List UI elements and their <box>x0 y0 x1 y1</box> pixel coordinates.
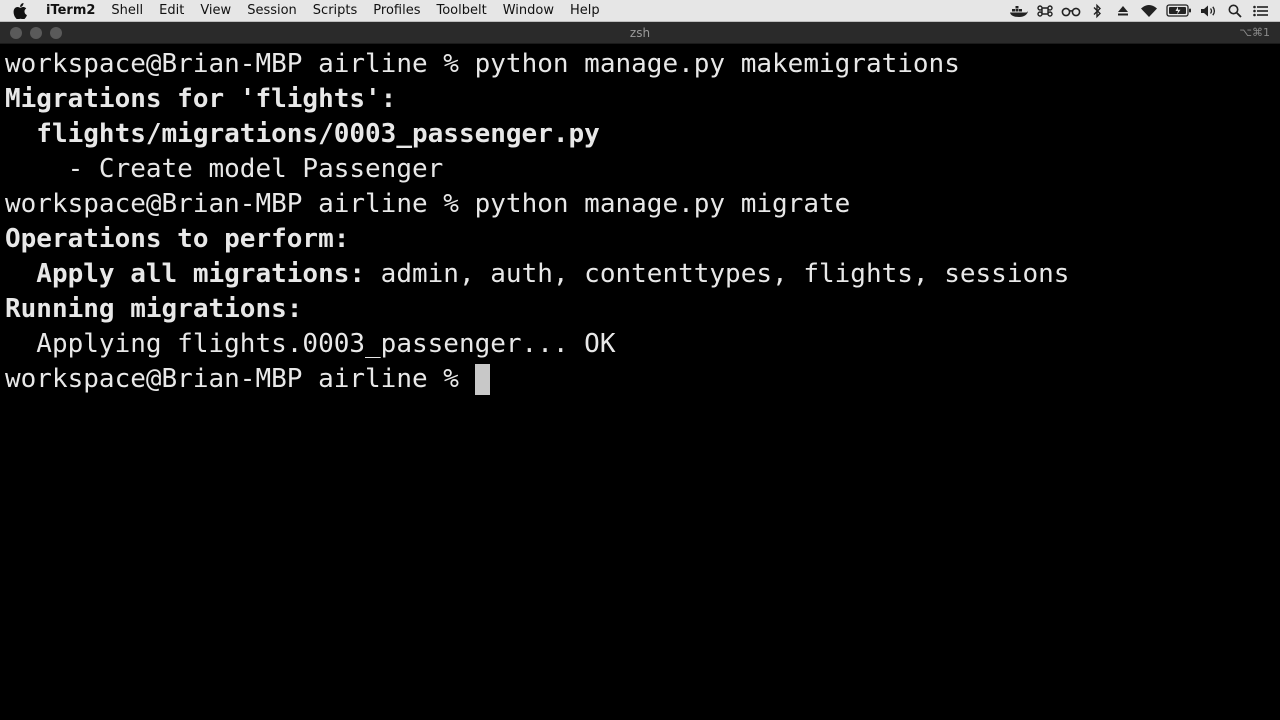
menu-profiles[interactable]: Profiles <box>365 0 428 22</box>
output-file: flights/migrations/0003_passenger.py <box>5 119 600 149</box>
menu-app-iterm2[interactable]: iTerm2 <box>40 0 103 22</box>
window-shortcut: ⌥⌘1 <box>1239 26 1270 39</box>
menu-help[interactable]: Help <box>562 0 608 22</box>
terminal-line: Apply all migrations: admin, auth, conte… <box>5 257 1280 292</box>
command: python manage.py migrate <box>474 189 851 219</box>
menu-edit[interactable]: Edit <box>151 0 192 22</box>
menu-view[interactable]: View <box>192 0 239 22</box>
terminal-line: Applying flights.0003_passenger... OK <box>5 327 1280 362</box>
menu-window[interactable]: Window <box>495 0 562 22</box>
menu-list-icon[interactable] <box>1248 0 1274 22</box>
menu-shell[interactable]: Shell <box>103 0 151 22</box>
prompt: workspace@Brian-MBP airline % <box>5 364 475 394</box>
terminal-pane[interactable]: workspace@Brian-MBP airline % python man… <box>0 44 1280 720</box>
terminal-line: Migrations for 'flights': <box>5 82 1280 117</box>
text-cursor <box>474 364 490 395</box>
output-text: Applying flights.0003_passenger... OK <box>5 329 616 359</box>
prompt: workspace@Brian-MBP airline % <box>5 189 475 219</box>
output-heading: Running migrations: <box>5 294 303 324</box>
output-heading: Operations to perform: <box>5 224 350 254</box>
window-title-bar[interactable]: zsh ⌥⌘1 <box>0 22 1280 44</box>
command: python manage.py makemigrations <box>474 49 960 79</box>
glasses-icon[interactable] <box>1058 0 1084 22</box>
output-heading: Apply all migrations: <box>5 259 366 289</box>
menu-session[interactable]: Session <box>239 0 305 22</box>
menu-bar: iTerm2 Shell Edit View Session Scripts P… <box>0 0 1280 22</box>
output-text: admin, auth, contenttypes, flights, sess… <box>365 259 1070 289</box>
command-icon[interactable] <box>1032 0 1058 22</box>
bluetooth-icon[interactable] <box>1084 0 1110 22</box>
prompt: workspace@Brian-MBP airline % <box>5 49 475 79</box>
terminal-line: - Create model Passenger <box>5 152 1280 187</box>
volume-icon[interactable] <box>1196 0 1222 22</box>
wifi-icon[interactable] <box>1136 0 1162 22</box>
docker-icon[interactable] <box>1006 0 1032 22</box>
search-icon[interactable] <box>1222 0 1248 22</box>
eject-icon[interactable] <box>1110 0 1136 22</box>
apple-icon[interactable] <box>0 2 40 19</box>
menu-toolbelt[interactable]: Toolbelt <box>428 0 494 22</box>
terminal-line: flights/migrations/0003_passenger.py <box>5 117 1280 152</box>
terminal-line: Operations to perform: <box>5 222 1280 257</box>
window-title: zsh <box>629 26 651 40</box>
battery-icon[interactable] <box>1162 0 1196 22</box>
output-heading: Migrations for 'flights': <box>5 84 397 114</box>
output-text: - Create model Passenger <box>5 154 444 184</box>
menu-scripts[interactable]: Scripts <box>305 0 365 22</box>
terminal-line: Running migrations: <box>5 292 1280 327</box>
terminal-line: workspace@Brian-MBP airline % python man… <box>5 47 1280 82</box>
terminal-line: workspace@Brian-MBP airline % python man… <box>5 187 1280 222</box>
terminal-line: workspace@Brian-MBP airline % <box>5 362 1280 397</box>
